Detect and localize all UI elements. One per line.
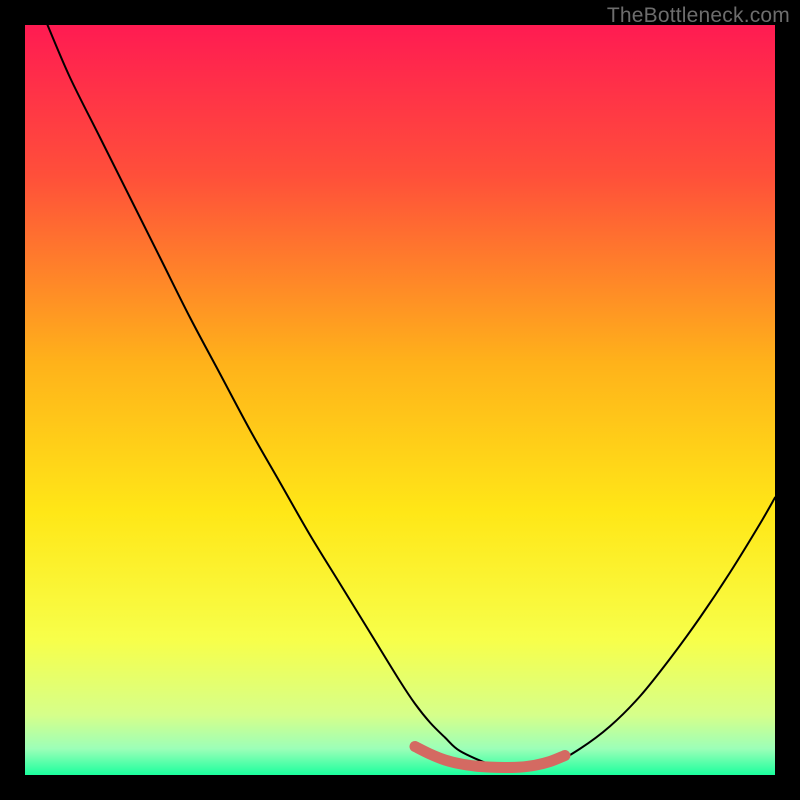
bottleneck-chart bbox=[25, 25, 775, 775]
chart-stage: TheBottleneck.com bbox=[0, 0, 800, 800]
watermark-text: TheBottleneck.com bbox=[607, 4, 790, 28]
chart-background bbox=[25, 25, 775, 775]
